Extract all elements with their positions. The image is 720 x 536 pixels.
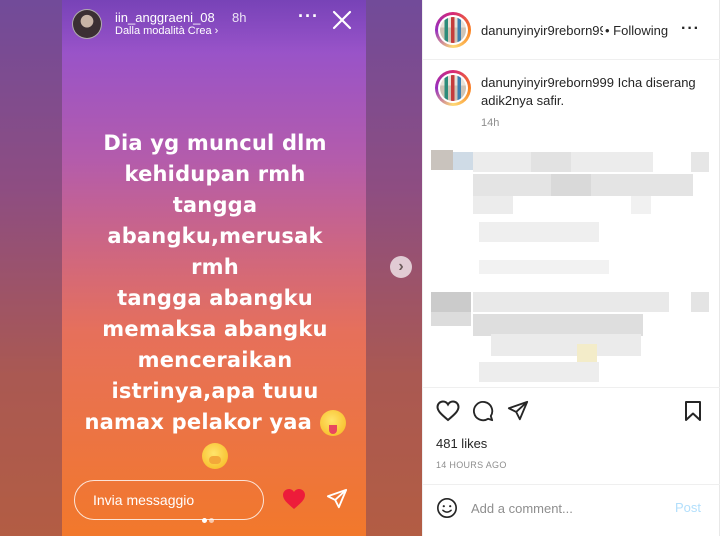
bookmark-icon[interactable]	[683, 400, 703, 427]
story-text-line: memaksa abangku	[102, 317, 328, 341]
smiley-icon[interactable]	[436, 497, 458, 524]
story-subtitle[interactable]: Dalla modalità Crea ›	[115, 25, 218, 37]
send-icon[interactable]	[326, 488, 348, 515]
following-button[interactable]: • Following	[605, 23, 668, 38]
post-avatar[interactable]	[435, 12, 471, 48]
story-text-line: Dia yg muncul dlm	[103, 131, 327, 155]
story-viewer: iin_anggraeni_08 8h Dalla modalità Crea …	[0, 0, 422, 536]
story-text-line: istrinya,apa tuuu	[111, 379, 319, 403]
post-timestamp: 14 HOURS AGO	[436, 460, 507, 470]
post-comment-button[interactable]: Post	[675, 500, 701, 515]
tongue-out-emoji	[319, 410, 346, 436]
story-text-line-with-emoji: namax pelakor yaa	[80, 407, 350, 438]
post-actions: 481 likes 14 HOURS AGO	[423, 387, 720, 477]
send-icon[interactable]	[507, 400, 529, 427]
story-text-line: tangga abangku	[117, 286, 313, 310]
caption-text: danunyinyir9reborn999 Icha diserang adik…	[481, 74, 706, 110]
previous-story-backdrop	[0, 0, 62, 536]
profile-avatar-icon[interactable]	[72, 9, 102, 39]
story-text-line: abangku,merusak rmh	[107, 224, 323, 279]
caption-time: 14h	[481, 117, 500, 129]
story-time: 8h	[232, 10, 247, 25]
emoji-line	[80, 440, 350, 471]
progress-dot-active	[202, 518, 207, 523]
post-header: danunyinyir9reborn999 • Following ···	[423, 0, 720, 60]
story-text: Dia yg muncul dlm kehidupan rmh tangga a…	[80, 128, 350, 471]
reply-input[interactable]	[74, 480, 264, 520]
more-options-icon[interactable]: ···	[681, 20, 700, 38]
chevron-right-icon[interactable]: ›	[390, 256, 412, 278]
heart-filled-icon[interactable]	[282, 488, 306, 515]
post-panel: danunyinyir9reborn999 • Following ··· da…	[422, 0, 720, 536]
post-username[interactable]: danunyinyir9reborn999	[481, 23, 603, 38]
likes-count[interactable]: 481 likes	[436, 436, 487, 451]
story-text-line: menceraikan	[137, 348, 293, 372]
close-icon[interactable]	[332, 10, 352, 30]
heart-outline-icon[interactable]	[436, 400, 460, 427]
story-progress-dots	[202, 510, 216, 528]
story-card: iin_anggraeni_08 8h Dalla modalità Crea …	[62, 0, 366, 536]
comment-bar: Post	[423, 484, 720, 530]
story-text-line: kehidupan rmh tangga	[124, 162, 306, 217]
hand-over-mouth-emoji	[202, 443, 228, 469]
caption-avatar[interactable]	[435, 70, 471, 106]
more-options-icon[interactable]: ···	[298, 6, 319, 27]
story-reply-bar	[62, 474, 366, 536]
story-username[interactable]: iin_anggraeni_08	[115, 10, 215, 25]
caption-username[interactable]: danunyinyir9reborn999	[481, 75, 614, 90]
progress-dot	[209, 518, 214, 523]
story-text-line: namax pelakor yaa	[84, 410, 313, 434]
comment-input[interactable]	[471, 498, 661, 518]
comment-icon[interactable]	[472, 400, 494, 427]
